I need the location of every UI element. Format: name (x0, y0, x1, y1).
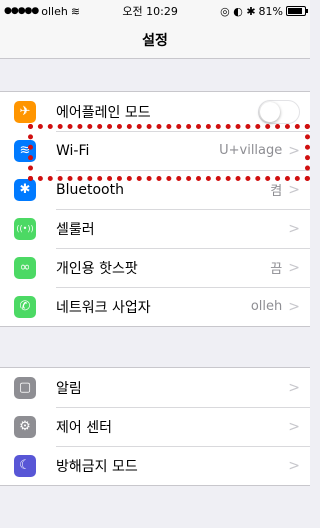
status-time: 오전 10:29 (122, 5, 178, 18)
row-label: 방해금지 모드 (56, 458, 138, 475)
chevron-right-icon: > (288, 457, 300, 474)
chevron-right-icon: > (288, 181, 300, 198)
settings-row-carrier[interactable]: ✆ 네트워크 사업자 olleh > (0, 287, 310, 326)
status-bar: ●●●●● olleh ≋ 오전 10:29 ◎ ◐ ✱ 81% (0, 0, 310, 22)
do-not-disturb-icon: ☾ (14, 454, 36, 477)
settings-row-cellular[interactable]: ((•)) 셀룰러 > (0, 209, 310, 248)
bluetooth-icon: ✱ (14, 178, 36, 201)
row-value: U+village (219, 143, 283, 158)
cellular-icon: ((•)) (14, 217, 36, 240)
battery-percent: 81% (258, 4, 283, 18)
settings-row-airplane-mode[interactable]: ✈ 에어플레인 모드 (0, 92, 310, 131)
row-label: Bluetooth (56, 181, 124, 198)
row-value: 켬 (270, 184, 283, 199)
row-value: 끔 (270, 262, 283, 277)
settings-row-control-center[interactable]: ⚙ 제어 센터 > (0, 407, 310, 446)
settings-group-system: ▢ 알림 > ⚙ 제어 센터 > ☾ 방해금지 모드 > (0, 367, 310, 486)
row-label: 셀룰러 (56, 221, 95, 238)
settings-row-notifications[interactable]: ▢ 알림 > (0, 368, 310, 407)
battery-icon (286, 6, 308, 16)
status-indicators-icon: ◎ ◐ ✱ (220, 4, 256, 18)
notifications-icon: ▢ (14, 376, 36, 399)
chevron-right-icon: > (288, 298, 300, 315)
phone-icon: ✆ (14, 295, 36, 318)
wifi-icon: ≋ (14, 139, 36, 162)
wifi-status-icon: ≋ (70, 4, 81, 18)
hotspot-icon: ∞ (14, 256, 36, 279)
status-right: ◎ ◐ ✱ 81% (220, 4, 308, 18)
airplane-mode-toggle[interactable] (258, 99, 300, 124)
chevron-right-icon: > (288, 379, 300, 396)
settings-row-do-not-disturb[interactable]: ☾ 방해금지 모드 > (0, 446, 310, 485)
control-center-icon: ⚙ (14, 415, 36, 438)
row-label: 에어플레인 모드 (56, 104, 151, 121)
airplane-icon: ✈ (14, 100, 36, 123)
settings-row-personal-hotspot[interactable]: ∞ 개인용 핫스팟 끔 > (0, 248, 310, 287)
chevron-right-icon: > (288, 259, 300, 276)
row-label: Wi-Fi (56, 142, 90, 159)
page-title: 설정 (142, 33, 168, 49)
settings-row-bluetooth[interactable]: ✱ Bluetooth 켬 > (0, 170, 310, 209)
status-left: ●●●●● olleh ≋ (4, 5, 80, 18)
row-label: 개인용 핫스팟 (56, 260, 138, 277)
nav-bar: 설정 (0, 22, 310, 59)
row-label: 네트워크 사업자 (56, 299, 151, 316)
row-value: olleh (250, 299, 283, 314)
chevron-right-icon: > (288, 142, 300, 159)
carrier-name: olleh (41, 4, 68, 18)
signal-strength-icon: ●●●●● (4, 6, 39, 16)
chevron-right-icon: > (288, 418, 300, 435)
row-label: 제어 센터 (56, 419, 112, 436)
chevron-right-icon: > (288, 220, 300, 237)
row-label: 알림 (56, 380, 82, 397)
settings-group-network: ✈ 에어플레인 모드 ≋ Wi-Fi U+village > ✱ Bluetoo… (0, 91, 310, 327)
settings-row-wifi[interactable]: ≋ Wi-Fi U+village > (0, 131, 310, 170)
